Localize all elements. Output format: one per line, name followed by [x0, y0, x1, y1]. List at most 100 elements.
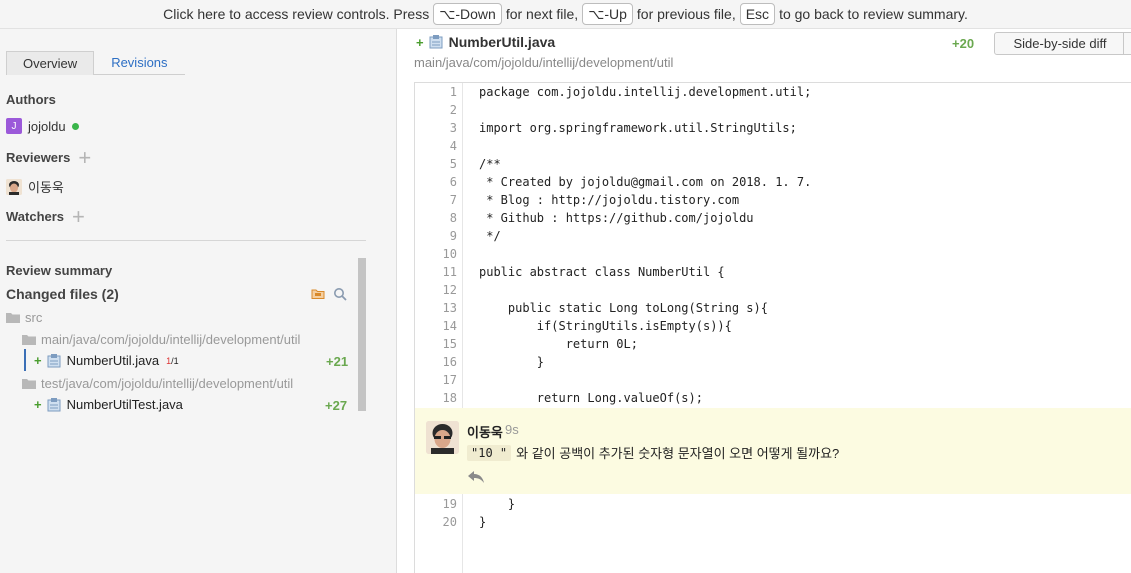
line-code: /** — [479, 157, 501, 171]
line-code: if(StringUtils.isEmpty(s)){ — [479, 319, 732, 333]
line-number: 5 — [449, 157, 457, 171]
changed-files-heading: Changed files (2) — [6, 286, 119, 302]
tab-overview[interactable]: Overview — [6, 51, 95, 75]
code-line[interactable]: 9 */ — [415, 227, 1131, 245]
tree-folder-label: test/java/com/jojoldu/intellij/developme… — [41, 376, 294, 391]
folder-view-icon[interactable] — [311, 287, 325, 305]
line-code: } — [479, 515, 487, 529]
avatar — [426, 421, 459, 454]
line-code: package com.jojoldu.intellij.development… — [479, 85, 812, 99]
code-line[interactable]: 12 — [415, 281, 1131, 299]
code-line[interactable]: 6 * Created by jojoldu@gmail.com on 2018… — [415, 173, 1131, 191]
line-number: 6 — [449, 175, 457, 189]
review-summary-link[interactable]: Review summary — [6, 263, 112, 278]
code-line[interactable]: 20} — [415, 513, 1131, 531]
line-number: 15 — [442, 337, 457, 351]
diff-options-button[interactable] — [1123, 32, 1131, 55]
code-line[interactable]: 13 public static Long toLong(String s){ — [415, 299, 1131, 317]
sidebar-scrollbar[interactable] — [358, 258, 366, 411]
code-line[interactable]: 16 } — [415, 353, 1131, 371]
added-icon: + — [34, 397, 42, 412]
file-name: NumberUtilTest.java — [66, 397, 183, 412]
online-status-icon — [71, 122, 79, 130]
line-number: 8 — [449, 211, 457, 225]
author-item[interactable]: J jojoldu — [6, 118, 79, 134]
tree-file-numberutil[interactable]: + NumberUtil.java 1/1 — [34, 353, 179, 368]
line-code: } — [479, 497, 516, 511]
file-diff-panel: + NumberUtil.java main/java/com/jojoldu/… — [398, 29, 1131, 573]
banner-text: for next file, — [505, 6, 579, 22]
review-summary-label: Review summary — [6, 263, 113, 278]
review-controls-banner[interactable]: Click here to access review controls. Pr… — [0, 0, 1131, 29]
tree-folder-test[interactable]: test/java/com/jojoldu/intellij/developme… — [22, 376, 293, 391]
line-code: * Created by jojoldu@gmail.com on 2018. … — [479, 175, 812, 189]
code-line[interactable]: 4 — [415, 137, 1131, 155]
code-line[interactable]: 8 * Github : https://github.com/jojoldu — [415, 209, 1131, 227]
folder-icon — [22, 379, 36, 389]
line-code: return 0L; — [479, 337, 638, 351]
code-line[interactable]: 5 /** — [415, 155, 1131, 173]
tree-folder-main[interactable]: main/java/com/jojoldu/intellij/developme… — [22, 332, 300, 347]
added-icon: + — [34, 353, 42, 368]
reviewer-name: 이동욱 — [28, 180, 64, 195]
avatar: J — [6, 118, 22, 134]
author-name: jojoldu — [28, 118, 66, 134]
side-by-side-diff-button[interactable]: Side-by-side diff — [994, 32, 1126, 55]
code-line[interactable]: 3 import org.springframework.util.StringU… — [415, 119, 1131, 137]
key-next-file: ⌥-Down — [433, 3, 502, 25]
java-file-icon — [47, 397, 61, 411]
comment-author[interactable]: 이동욱 — [467, 422, 503, 441]
sidebar-tabs: Overview Revisions — [6, 51, 185, 75]
reviewer-item[interactable]: 이동욱 — [6, 177, 64, 196]
reviewers-heading: Reviewers + — [6, 146, 91, 168]
added-lines-count: +27 — [325, 398, 348, 413]
sidebar-divider — [6, 240, 366, 241]
code-line[interactable]: 15 return 0L; — [415, 335, 1131, 353]
line-number: 14 — [442, 319, 457, 333]
add-reviewer-icon[interactable]: + — [78, 146, 91, 168]
inline-comment: 이동욱 9s "10 " 와 같이 공백이 추가된 숫자형 문자열이 오면 어떻… — [415, 408, 1131, 494]
code-line[interactable]: 11 public abstract class NumberUtil { — [415, 263, 1131, 281]
folder-icon — [22, 335, 36, 345]
authors-heading: Authors — [6, 92, 56, 107]
comment-time: 9s — [505, 422, 519, 437]
line-number: 16 — [442, 355, 457, 369]
tree-folder-src[interactable]: src — [6, 310, 42, 325]
added-lines-count: +20 — [952, 36, 975, 51]
code-line[interactable]: 1 package com.jojoldu.intellij.developmen… — [415, 83, 1131, 101]
code-line[interactable]: 10 — [415, 245, 1131, 263]
watchers-heading: Watchers + — [6, 205, 85, 227]
code-line[interactable]: 19 } — [415, 495, 1131, 513]
line-code: public static Long toLong(String s){ — [479, 301, 768, 315]
avatar — [6, 178, 22, 195]
line-number: 7 — [449, 193, 457, 207]
file-name: NumberUtil.java — [66, 353, 160, 368]
file-path: main/java/com/jojoldu/intellij/developme… — [414, 55, 674, 70]
code-line[interactable]: 7 * Blog : http://jojoldu.tistory.com — [415, 191, 1131, 209]
line-number: 20 — [442, 515, 457, 529]
line-code: public abstract class NumberUtil { — [479, 265, 725, 279]
authors-title: Authors — [6, 92, 56, 107]
code-line[interactable]: 14 if(StringUtils.isEmpty(s)){ — [415, 317, 1131, 335]
line-code: * Github : https://github.com/jojoldu — [479, 211, 754, 225]
line-number: 13 — [442, 301, 457, 315]
file-header: + NumberUtil.java — [416, 34, 555, 50]
add-watcher-icon[interactable]: + — [72, 205, 85, 227]
comment-count: 1/1 — [166, 355, 179, 366]
line-number: 17 — [442, 373, 457, 387]
code-line[interactable]: 17 — [415, 371, 1131, 389]
changed-files-label: Changed files (2) — [6, 286, 119, 302]
watchers-title: Watchers — [6, 209, 65, 224]
reply-icon[interactable] — [467, 470, 485, 489]
line-number: 12 — [442, 283, 457, 297]
line-number: 10 — [442, 247, 457, 261]
tab-revisions[interactable]: Revisions — [94, 51, 185, 75]
java-file-icon — [429, 35, 443, 49]
code-line[interactable]: 18 return Long.valueOf(s); — [415, 389, 1131, 407]
code-line[interactable]: 2 — [415, 101, 1131, 119]
tree-file-numberutiltest[interactable]: + NumberUtilTest.java — [34, 397, 183, 412]
search-icon[interactable] — [333, 287, 347, 306]
banner-text: Click here to access review controls. Pr… — [163, 6, 430, 22]
added-icon: + — [416, 34, 424, 50]
line-code: * Blog : http://jojoldu.tistory.com — [479, 193, 740, 207]
